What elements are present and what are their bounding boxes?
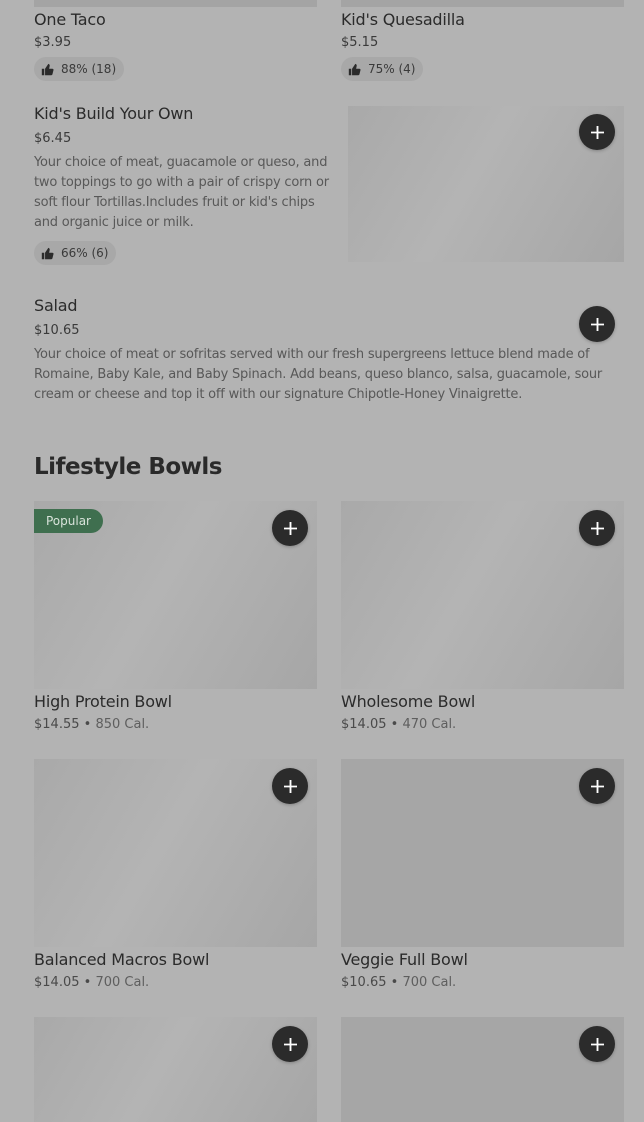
plus-icon (590, 317, 604, 331)
section-title: Lifestyle Bowls (34, 454, 222, 480)
thumbs-up-icon (41, 63, 54, 75)
plus-icon (590, 521, 604, 535)
item-name[interactable]: Kid's Quesadilla (341, 10, 465, 29)
item-price: $3.95 (34, 35, 72, 50)
separator: • (83, 975, 92, 990)
item-name[interactable]: Wholesome Bowl (341, 692, 475, 711)
plus-icon (590, 779, 604, 793)
item-price-calories: $14.05 • 700 Cal. (34, 975, 149, 990)
item-name[interactable]: Kid's Build Your Own (34, 104, 193, 123)
rating-badge: 75% (4) (341, 57, 424, 81)
item-name[interactable]: One Taco (34, 10, 106, 29)
item-price: $5.15 (341, 35, 379, 50)
rating-text: 66% (6) (61, 246, 109, 260)
separator: • (390, 717, 399, 732)
item-price-calories: $14.05 • 470 Cal. (341, 717, 456, 732)
thumbs-up-icon (41, 247, 54, 259)
item-name[interactable]: High Protein Bowl (34, 692, 172, 711)
add-button[interactable] (579, 1026, 615, 1062)
item-description: Your choice of meat, guacamole or queso,… (34, 155, 329, 230)
item-calories: 470 Cal. (402, 717, 457, 732)
item-price-calories: $14.55 • 850 Cal. (34, 717, 149, 732)
item-price: $10.65 (34, 323, 80, 338)
add-button[interactable] (272, 768, 308, 804)
item-name[interactable]: Balanced Macros Bowl (34, 950, 209, 969)
plus-icon (590, 125, 604, 139)
rating-badge: 66% (6) (34, 241, 117, 265)
add-button[interactable] (579, 306, 615, 342)
plus-icon (590, 1037, 604, 1051)
add-button[interactable] (272, 1026, 308, 1062)
item-calories: 700 Cal. (402, 975, 457, 990)
item-name[interactable]: Veggie Full Bowl (341, 950, 468, 969)
add-button[interactable] (579, 768, 615, 804)
separator: • (390, 975, 399, 990)
item-price: $6.45 (34, 131, 72, 146)
item-description: Your choice of meat or sofritas served w… (34, 347, 603, 402)
rating-text: 88% (18) (61, 62, 117, 76)
rating-text: 75% (4) (368, 62, 416, 76)
item-calories: 700 Cal. (95, 975, 150, 990)
item-price: $10.65 (341, 975, 387, 990)
item-price: $14.05 (341, 717, 387, 732)
add-button[interactable] (579, 510, 615, 546)
item-price-calories: $10.65 • 700 Cal. (341, 975, 456, 990)
plus-icon (283, 521, 297, 535)
item-calories: 850 Cal. (95, 717, 150, 732)
add-button[interactable] (579, 114, 615, 150)
item-name[interactable]: Salad (34, 296, 78, 315)
plus-icon (283, 779, 297, 793)
item-price: $14.55 (34, 717, 80, 732)
item-image[interactable] (34, 0, 317, 7)
separator: • (83, 717, 92, 732)
plus-icon (283, 1037, 297, 1051)
item-price: $14.05 (34, 975, 80, 990)
thumbs-up-icon (348, 63, 361, 75)
add-button[interactable] (272, 510, 308, 546)
item-image[interactable] (341, 0, 624, 7)
popular-badge: Popular (34, 509, 103, 533)
rating-badge: 88% (18) (34, 57, 125, 81)
